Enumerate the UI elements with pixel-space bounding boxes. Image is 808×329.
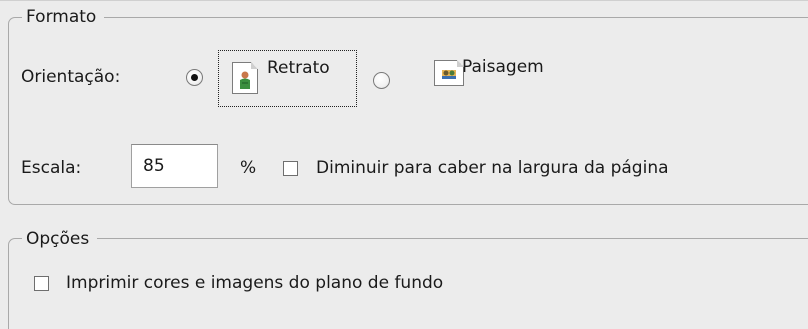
radio-selected-dot — [191, 74, 198, 81]
orientation-label: Orientação: — [21, 67, 121, 87]
scale-label: Escala: — [21, 158, 82, 178]
portrait-radio[interactable] — [186, 69, 203, 86]
options-group-title: Opções — [22, 229, 98, 249]
landscape-label[interactable]: Paisagem — [462, 57, 544, 77]
print-background-label[interactable]: Imprimir cores e imagens do plano de fun… — [66, 273, 443, 293]
portrait-label[interactable]: Retrato — [267, 58, 330, 78]
portrait-page-icon — [232, 62, 258, 94]
print-background-checkbox[interactable] — [34, 276, 49, 291]
landscape-page-icon — [434, 60, 464, 86]
scale-percent-unit: % — [240, 158, 257, 178]
format-group-title: Formato — [22, 7, 105, 27]
shrink-to-fit-checkbox[interactable] — [283, 161, 298, 176]
shrink-to-fit-label[interactable]: Diminuir para caber na largura da página — [316, 158, 669, 178]
top-divider — [0, 0, 808, 1]
landscape-radio[interactable] — [373, 72, 390, 89]
scale-input[interactable] — [131, 144, 218, 188]
